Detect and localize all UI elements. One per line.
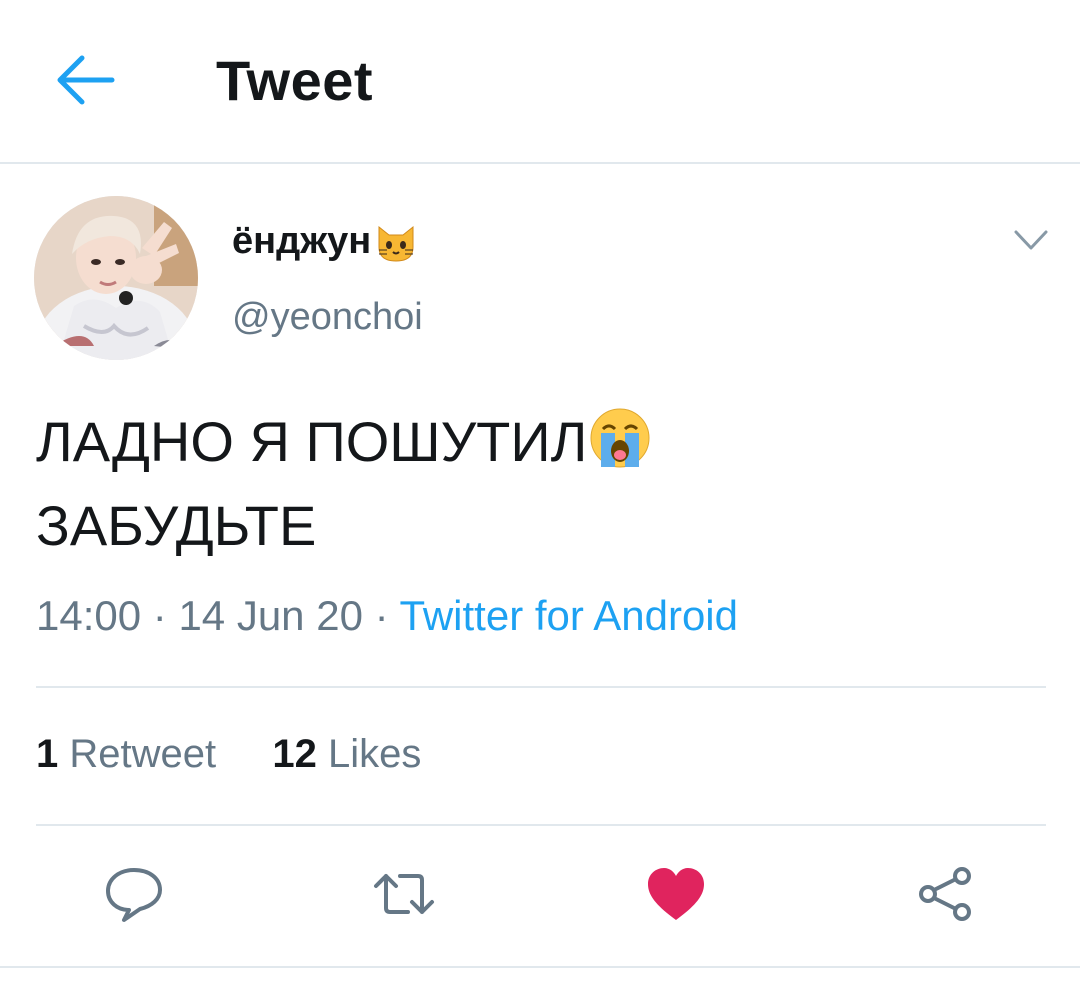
page-title: Tweet xyxy=(216,49,374,112)
retweet-icon[interactable] xyxy=(372,862,436,926)
retweets-stat[interactable]: 1 Retweet xyxy=(36,732,227,776)
author-row[interactable]: ёнджун xyxy=(232,220,417,263)
author-handle[interactable]: @yeonchoi xyxy=(232,296,423,339)
author-name[interactable]: ёнджун xyxy=(232,220,371,263)
loudly-crying-face-emoji-icon xyxy=(590,408,650,468)
meta-separator: · xyxy=(362,592,400,639)
divider xyxy=(36,824,1046,826)
share-icon[interactable] xyxy=(914,862,978,926)
tweet-text-line1: ЛАДНО Я ПОШУТИЛ xyxy=(36,410,588,473)
divider xyxy=(36,686,1046,688)
meta-separator: · xyxy=(141,592,179,639)
avatar-image xyxy=(34,196,198,360)
divider xyxy=(0,966,1080,968)
chevron-down-icon[interactable] xyxy=(1010,224,1052,256)
retweets-count: 1 xyxy=(36,732,59,776)
back-arrow-icon[interactable] xyxy=(52,50,116,110)
likes-label: Likes xyxy=(328,732,422,776)
tweet-text-line2: ЗАБУДЬТЕ xyxy=(36,494,317,557)
retweets-label: Retweet xyxy=(69,732,217,776)
likes-count: 12 xyxy=(272,732,317,776)
cat-face-emoji-icon xyxy=(378,225,414,262)
tweet-text: ЛАДНО Я ПОШУТИЛ ЗАБУДЬТЕ xyxy=(36,400,1036,568)
tweet-date: 14 Jun 20 xyxy=(178,592,363,639)
avatar[interactable] xyxy=(34,196,198,360)
tweet-meta: 14:00 · 14 Jun 20 · Twitter for Android xyxy=(36,592,738,640)
tweet-source-link[interactable]: Twitter for Android xyxy=(400,592,738,639)
heart-icon[interactable] xyxy=(644,862,708,926)
tweet-time: 14:00 xyxy=(36,592,142,639)
top-bar: Tweet xyxy=(0,0,1080,164)
likes-stat[interactable]: 12 Likes xyxy=(261,732,421,776)
tweet-stats: 1 Retweet 12 Likes xyxy=(36,732,421,777)
reply-icon[interactable] xyxy=(102,862,166,926)
